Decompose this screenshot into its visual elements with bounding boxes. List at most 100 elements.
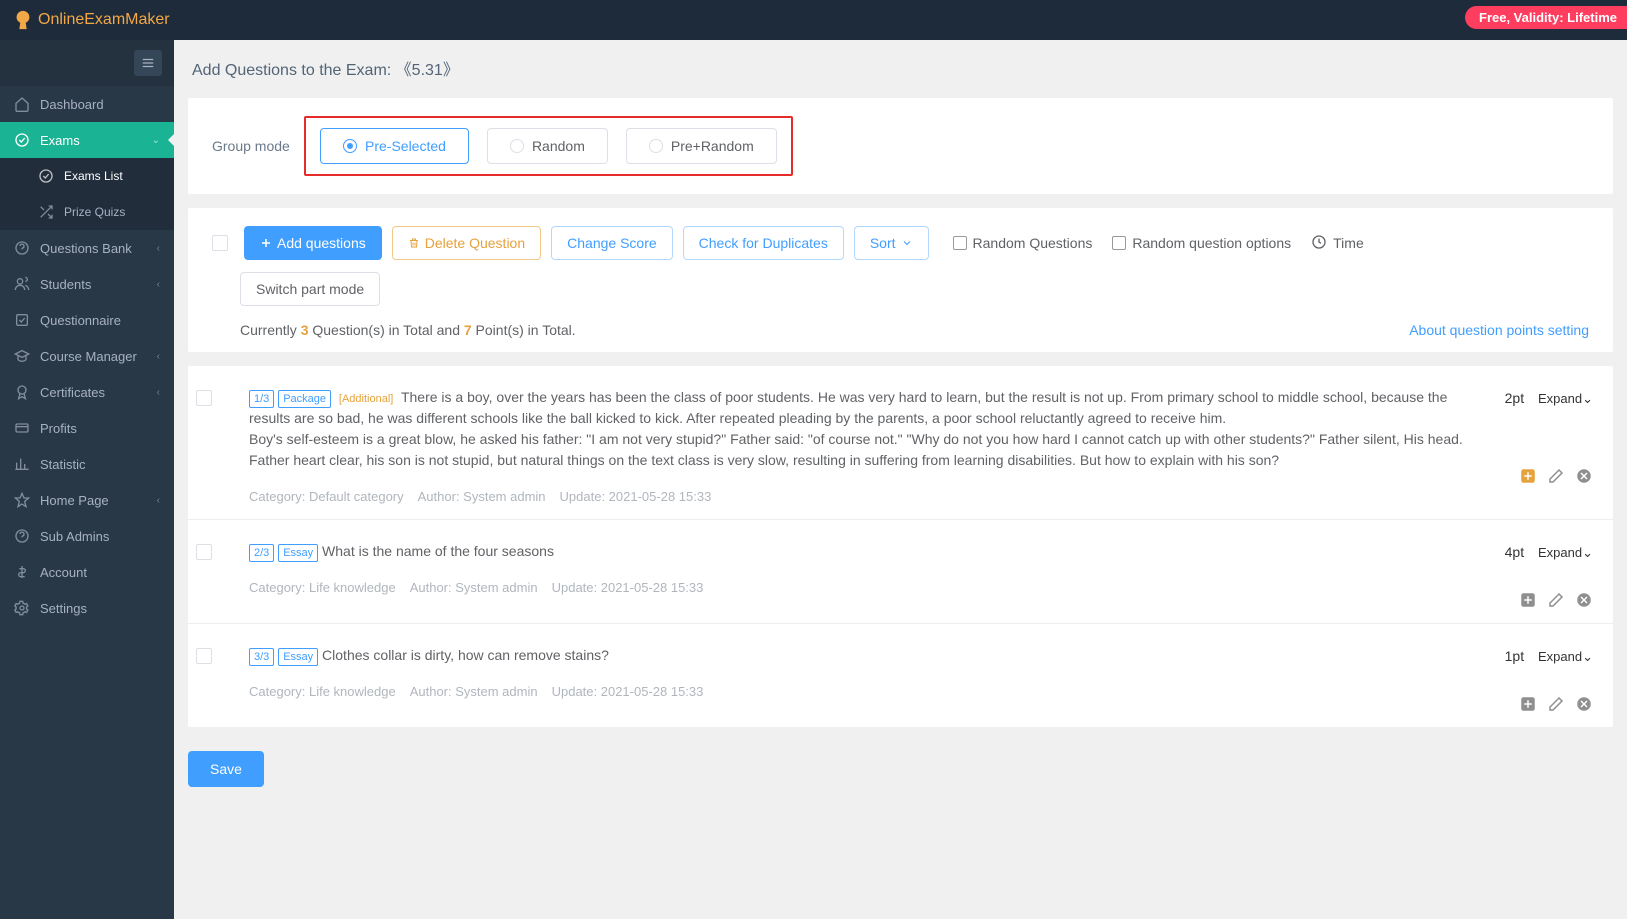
chevron-left-icon: ‹ bbox=[157, 279, 160, 290]
add-questions-button[interactable]: Add questions bbox=[244, 226, 382, 260]
sidebar-item-label: Statistic bbox=[40, 457, 160, 472]
add-action-icon[interactable] bbox=[1519, 591, 1537, 609]
add-action-icon[interactable] bbox=[1519, 695, 1537, 713]
question-additional-tag: [Additional] bbox=[335, 391, 397, 407]
question-text: 2/3 Essay What is the name of the four s… bbox=[249, 541, 1484, 562]
sidebar-toggle-row bbox=[0, 40, 174, 86]
app-header: OnlineExamMaker Free, Validity: Lifetime bbox=[0, 0, 1627, 40]
select-all-checkbox[interactable] bbox=[212, 235, 228, 251]
brand-name: OnlineExamMaker bbox=[38, 11, 170, 29]
question-checkbox[interactable] bbox=[196, 390, 212, 406]
change-score-button[interactable]: Change Score bbox=[551, 226, 673, 260]
add-action-icon[interactable] bbox=[1519, 467, 1537, 485]
chevron-down-icon: ⌄ bbox=[1582, 649, 1593, 664]
mode-pre-random[interactable]: Pre+Random bbox=[626, 128, 777, 164]
switch-part-mode-button[interactable]: Switch part mode bbox=[240, 272, 380, 306]
sidebar-item-dashboard[interactable]: Dashboard bbox=[0, 86, 174, 122]
sidebar: Dashboard Exams ⌄ Exams List Prize Quizs… bbox=[0, 40, 174, 919]
shuffle-icon bbox=[38, 204, 54, 220]
home-icon bbox=[14, 96, 30, 112]
time-option[interactable]: Time bbox=[1311, 234, 1364, 253]
random-options-checkbox[interactable]: Random question options bbox=[1112, 235, 1291, 251]
sidebar-item-label: Course Manager bbox=[40, 349, 157, 364]
chevron-down-icon: ⌄ bbox=[1582, 545, 1593, 560]
summary-row: Currently 3 Question(s) in Total and 7 P… bbox=[240, 322, 1589, 338]
sidebar-sub-prize-quizs[interactable]: Prize Quizs bbox=[0, 194, 174, 230]
edit-action-icon[interactable] bbox=[1547, 591, 1565, 609]
mode-pre-selected[interactable]: Pre-Selected bbox=[320, 128, 469, 164]
expand-button[interactable]: Expand⌄ bbox=[1538, 391, 1593, 406]
question-meta: Category: Life knowledge Author: System … bbox=[249, 684, 1484, 699]
question-type-tag: Package bbox=[278, 390, 331, 408]
checkbox-icon bbox=[1112, 236, 1126, 250]
radio-icon bbox=[510, 139, 524, 153]
check-circle-icon bbox=[14, 132, 30, 148]
users-icon bbox=[14, 276, 30, 292]
check-duplicates-button[interactable]: Check for Duplicates bbox=[683, 226, 844, 260]
delete-action-icon[interactable] bbox=[1575, 591, 1593, 609]
delete-question-button[interactable]: Delete Question bbox=[392, 226, 541, 260]
question-index-tag: 3/3 bbox=[249, 648, 274, 666]
question-type-tag: Essay bbox=[278, 648, 318, 666]
sidebar-item-questions-bank[interactable]: Questions Bank ‹ bbox=[0, 230, 174, 266]
sidebar-item-label: Exams List bbox=[64, 169, 123, 183]
points-setting-link[interactable]: About question points setting bbox=[1409, 322, 1589, 338]
question-checkbox[interactable] bbox=[196, 544, 212, 560]
sidebar-item-home-page[interactable]: Home Page ‹ bbox=[0, 482, 174, 518]
sidebar-item-label: Questions Bank bbox=[40, 241, 157, 256]
radio-icon bbox=[649, 139, 663, 153]
brand-logo[interactable]: OnlineExamMaker bbox=[12, 9, 170, 31]
sidebar-item-questionnaire[interactable]: Questionnaire bbox=[0, 302, 174, 338]
edit-action-icon[interactable] bbox=[1547, 467, 1565, 485]
chevron-down-icon: ⌄ bbox=[1582, 391, 1593, 406]
hamburger-button[interactable] bbox=[134, 50, 162, 76]
group-mode-panel: Group mode Pre-Selected Random Pre+Rando… bbox=[188, 98, 1613, 194]
sidebar-item-label: Settings bbox=[40, 601, 160, 616]
sidebar-item-statistic[interactable]: Statistic bbox=[0, 446, 174, 482]
sidebar-item-certificates[interactable]: Certificates ‹ bbox=[0, 374, 174, 410]
chart-icon bbox=[14, 456, 30, 472]
question-text: 3/3 Essay Clothes collar is dirty, how c… bbox=[249, 645, 1484, 666]
edit-action-icon[interactable] bbox=[1547, 695, 1565, 713]
sidebar-item-label: Account bbox=[40, 565, 160, 580]
save-button[interactable]: Save bbox=[188, 751, 264, 787]
sort-button[interactable]: Sort bbox=[854, 226, 929, 260]
sidebar-item-course-manager[interactable]: Course Manager ‹ bbox=[0, 338, 174, 374]
sidebar-item-profits[interactable]: Profits bbox=[0, 410, 174, 446]
chevron-left-icon: ‹ bbox=[157, 495, 160, 506]
sidebar-item-label: Prize Quizs bbox=[64, 205, 125, 219]
sidebar-item-label: Students bbox=[40, 277, 157, 292]
sidebar-item-sub-admins[interactable]: Sub Admins bbox=[0, 518, 174, 554]
sidebar-sub-exams-list[interactable]: Exams List bbox=[0, 158, 174, 194]
page-title: Add Questions to the Exam: 《5.31》 bbox=[188, 56, 1613, 80]
question-index-tag: 2/3 bbox=[249, 544, 274, 562]
question-index-tag: 1/3 bbox=[249, 390, 274, 408]
question-type-tag: Essay bbox=[278, 544, 318, 562]
question-row: 3/3 Essay Clothes collar is dirty, how c… bbox=[188, 624, 1613, 727]
chevron-left-icon: ‹ bbox=[157, 351, 160, 362]
delete-action-icon[interactable] bbox=[1575, 695, 1593, 713]
random-questions-checkbox[interactable]: Random Questions bbox=[953, 235, 1093, 251]
sidebar-item-account[interactable]: Account bbox=[0, 554, 174, 590]
question-icon bbox=[14, 528, 30, 544]
question-icon bbox=[14, 240, 30, 256]
logo-icon bbox=[12, 9, 34, 31]
main-content: Add Questions to the Exam: 《5.31》 Group … bbox=[174, 40, 1627, 803]
expand-button[interactable]: Expand⌄ bbox=[1538, 649, 1593, 664]
sidebar-item-label: Dashboard bbox=[40, 97, 160, 112]
delete-action-icon[interactable] bbox=[1575, 467, 1593, 485]
toolbar-panel: Add questions Delete Question Change Sco… bbox=[188, 208, 1613, 352]
sidebar-item-exams[interactable]: Exams ⌄ bbox=[0, 122, 174, 158]
question-points: 4pt bbox=[1505, 544, 1524, 560]
sidebar-item-label: Home Page bbox=[40, 493, 157, 508]
sidebar-item-students[interactable]: Students ‹ bbox=[0, 266, 174, 302]
chevron-left-icon: ‹ bbox=[157, 243, 160, 254]
dollar-icon bbox=[14, 564, 30, 580]
mode-random[interactable]: Random bbox=[487, 128, 608, 164]
free-badge[interactable]: Free, Validity: Lifetime bbox=[1465, 6, 1627, 29]
question-row: 2/3 Essay What is the name of the four s… bbox=[188, 520, 1613, 624]
sidebar-item-settings[interactable]: Settings bbox=[0, 590, 174, 626]
expand-button[interactable]: Expand⌄ bbox=[1538, 545, 1593, 560]
question-checkbox[interactable] bbox=[196, 648, 212, 664]
toolbar: Add questions Delete Question Change Sco… bbox=[212, 226, 1589, 260]
